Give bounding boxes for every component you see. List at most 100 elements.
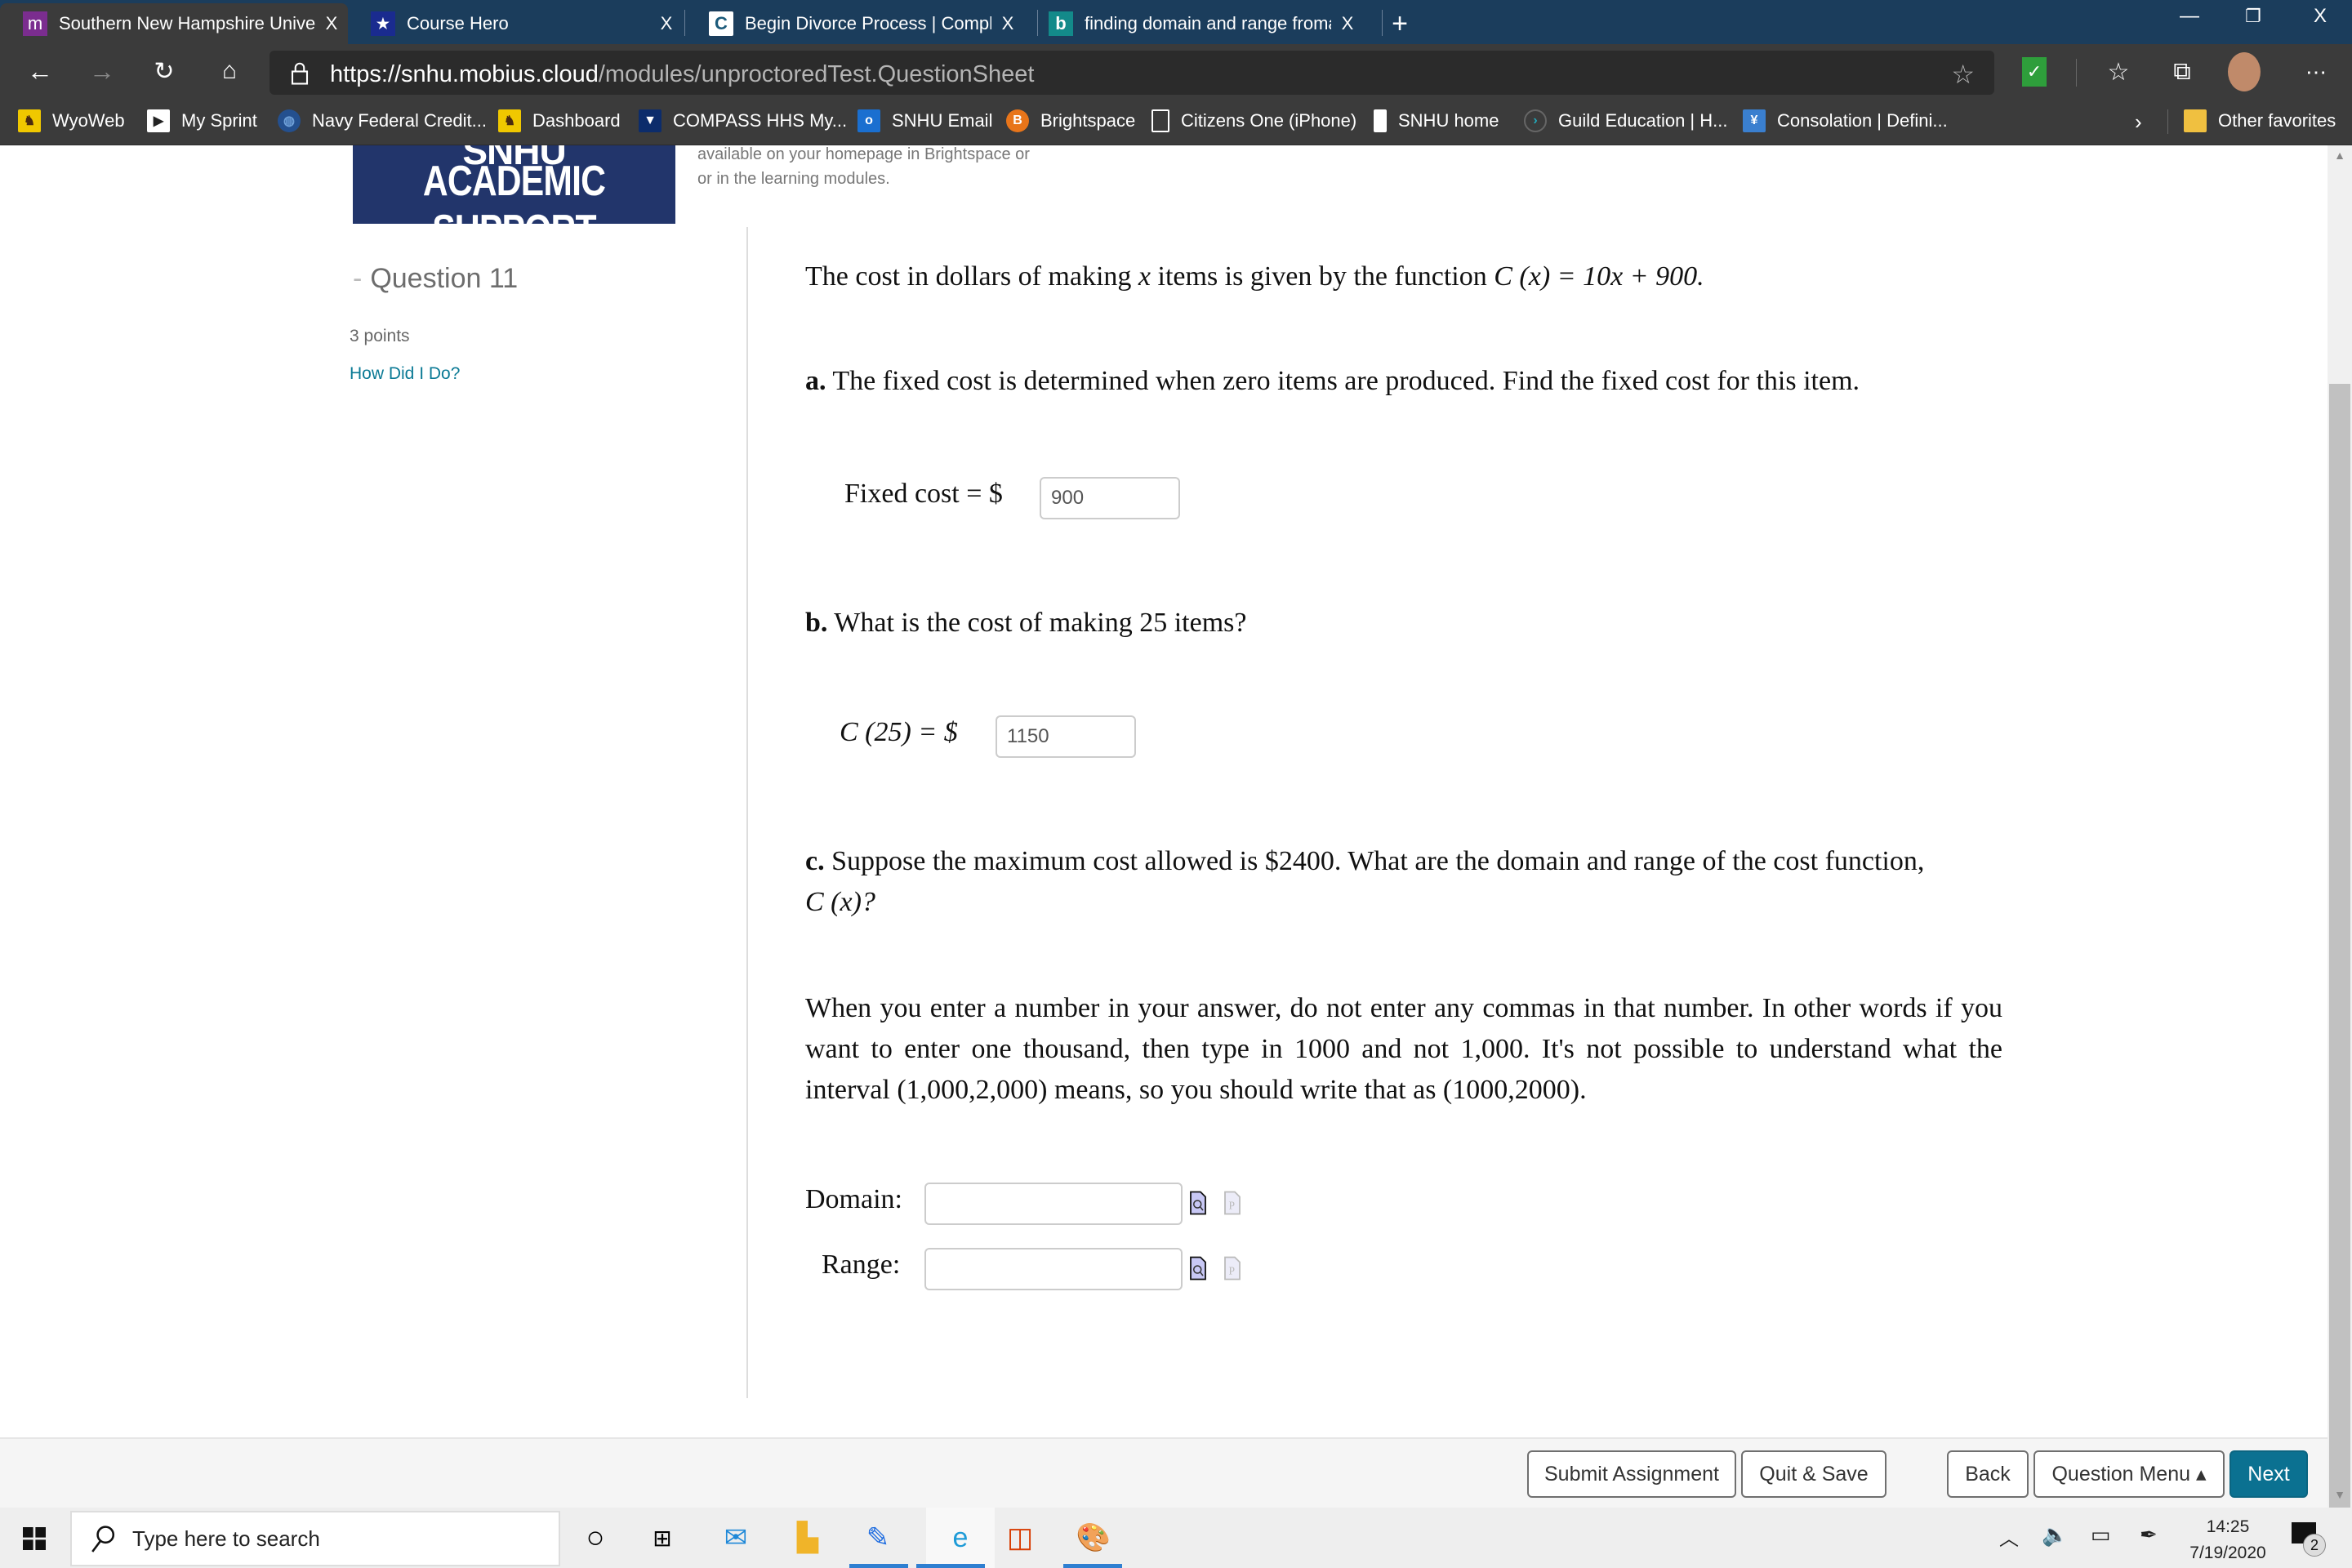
tab-separator: [684, 10, 685, 36]
part-c-prompt: c. Suppose the maximum cost allowed is $…: [805, 846, 1925, 876]
extension-check-icon[interactable]: ✓: [2022, 57, 2047, 87]
folder-icon: [2184, 109, 2207, 132]
scrollbar-thumb[interactable]: [2329, 384, 2350, 1537]
page-icon: [1152, 109, 1169, 132]
part-a-prompt: a. The fixed cost is determined when zer…: [805, 366, 1860, 396]
mobius-icon: m: [23, 11, 47, 36]
office-icon[interactable]: ◫: [998, 1516, 1042, 1560]
windows-taskbar: Type here to search ○ ⊞ ✉ ▙ ✎ e ◫ 🎨 ︿ 🔈 …: [0, 1508, 2352, 1568]
bookmark-consolation[interactable]: ¥ Consolation | Defini...: [1743, 109, 1948, 132]
scroll-up-arrow-icon[interactable]: ▲: [2328, 149, 2352, 165]
refresh-icon[interactable]: ↻: [144, 51, 185, 91]
collections-icon[interactable]: ⧉: [2164, 54, 2200, 90]
whiteboard-icon[interactable]: ✎: [856, 1516, 900, 1560]
edge-browser-icon[interactable]: e: [926, 1508, 995, 1568]
profile-avatar[interactable]: [2228, 52, 2261, 91]
volume-icon[interactable]: 🔈: [2042, 1522, 2068, 1548]
fixed-cost-input[interactable]: 900: [1040, 477, 1180, 519]
bookmark-wyoweb[interactable]: ♞ WyoWeb: [18, 109, 125, 132]
bookmark-navy-federal[interactable]: ◍ Navy Federal Credit...: [278, 109, 487, 132]
domain-input[interactable]: [924, 1183, 1183, 1225]
mail-icon[interactable]: ✉: [714, 1516, 758, 1560]
back-arrow-icon[interactable]: ←: [20, 51, 60, 91]
bookmark-other-favorites[interactable]: Other favorites: [2184, 109, 2336, 132]
bookmark-separator: [2167, 109, 2168, 134]
bookmark-my-sprint[interactable]: ▶ My Sprint: [147, 109, 257, 132]
bookmark-guild-education[interactable]: › Guild Education | H...: [1524, 109, 1728, 132]
range-input[interactable]: [924, 1248, 1183, 1290]
preview-magnifier-icon[interactable]: [1189, 1191, 1207, 1215]
tab-snhu[interactable]: m Southern New Hampshire Univer X: [0, 3, 348, 44]
bookmark-snhu-home[interactable]: SNHU home: [1374, 109, 1499, 132]
running-indicator: [1063, 1564, 1122, 1568]
svg-text:P: P: [1229, 1265, 1236, 1277]
bookmark-snhu-email[interactable]: o SNHU Email: [858, 109, 992, 132]
home-icon[interactable]: ⌂: [209, 51, 250, 91]
minimize-button[interactable]: —: [2161, 0, 2218, 33]
wyoming-icon: ♞: [18, 109, 41, 132]
cortana-icon[interactable]: ○: [573, 1516, 617, 1560]
brightspace-icon: B: [1006, 109, 1029, 132]
address-bar[interactable]: https://snhu.mobius.cloud/modules/unproc…: [270, 51, 1994, 95]
svg-text:P: P: [1229, 1200, 1236, 1212]
favorites-list-icon[interactable]: ☆: [2100, 54, 2136, 90]
forward-arrow-icon[interactable]: →: [82, 51, 122, 91]
bookmark-dashboard[interactable]: ♞ Dashboard: [498, 109, 621, 132]
tab-title: Southern New Hampshire Univer: [59, 13, 315, 33]
close-tab-icon[interactable]: X: [1331, 13, 1364, 34]
close-tab-icon[interactable]: X: [991, 13, 1024, 34]
instructions-paragraph: When you enter a number in your answer, …: [805, 993, 2002, 1105]
tab-divorce[interactable]: C Begin Divorce Process | Complet X: [686, 3, 1024, 44]
back-button[interactable]: Back: [1947, 1450, 2029, 1498]
task-view-icon[interactable]: ⊞: [640, 1516, 684, 1560]
next-button[interactable]: Next: [2230, 1450, 2308, 1498]
wyoming-icon: ♞: [498, 109, 521, 132]
new-tab-button[interactable]: +: [1383, 3, 1416, 44]
quit-save-button[interactable]: Quit & Save: [1741, 1450, 1886, 1498]
question-menu-button[interactable]: Question Menu ▴: [2034, 1450, 2225, 1498]
system-clock[interactable]: 14:25 7/19/2020: [2179, 1514, 2277, 1566]
c25-input[interactable]: 1150: [996, 715, 1136, 758]
tab-course-hero[interactable]: ★ Course Hero X: [348, 3, 683, 44]
tab-title: Course Hero: [407, 13, 509, 33]
close-tab-icon[interactable]: X: [315, 13, 348, 34]
show-hidden-icons-chevron-icon[interactable]: ︿: [1999, 1522, 2019, 1551]
paint-icon[interactable]: 🎨: [1071, 1516, 1116, 1560]
tab-bing[interactable]: b finding domain and range froma X: [1026, 3, 1364, 44]
notification-count-badge: 2: [2303, 1534, 2326, 1557]
academic-support-banner[interactable]: SNHU ACADEMIC SUPPORT: [353, 145, 675, 254]
file-explorer-icon[interactable]: ▙: [786, 1516, 830, 1560]
taskbar-search-box[interactable]: Type here to search: [70, 1511, 560, 1566]
bookmark-brightspace[interactable]: B Brightspace: [1006, 109, 1135, 132]
more-favorites-chevron-icon[interactable]: ›: [2135, 109, 2142, 135]
running-indicator: [916, 1564, 985, 1568]
course-hero-icon: ★: [371, 11, 395, 36]
scroll-down-arrow-icon[interactable]: ▼: [2328, 1488, 2352, 1504]
bookmark-compass[interactable]: ▼ COMPASS HHS My...: [639, 109, 847, 132]
banner-note: available on your homepage in Brightspac…: [697, 145, 1030, 188]
bing-icon: b: [1049, 11, 1073, 36]
page-scrollbar[interactable]: ▲ ▼: [2328, 145, 2352, 1537]
more-menu-icon[interactable]: ⋯: [2298, 54, 2334, 90]
outlook-icon: o: [858, 109, 880, 132]
restore-button[interactable]: ❐: [2225, 0, 2282, 33]
part-b-prompt: b. What is the cost of making 25 items?: [805, 608, 1247, 638]
range-label: Range:: [822, 1250, 901, 1280]
preview-plain-text-icon[interactable]: P: [1223, 1256, 1241, 1281]
running-indicator: [849, 1564, 908, 1568]
bookmark-citizens-one[interactable]: Citizens One (iPhone): [1152, 109, 1356, 132]
page-content: SNHU ACADEMIC SUPPORT available on your …: [0, 145, 2328, 1437]
domain-label: Domain:: [805, 1184, 902, 1214]
pen-workspace-icon[interactable]: ✒: [2140, 1522, 2158, 1548]
battery-warning-icon[interactable]: ▭: [2091, 1522, 2111, 1548]
search-icon: [91, 1526, 115, 1552]
preview-plain-text-icon[interactable]: P: [1223, 1191, 1241, 1215]
close-window-button[interactable]: X: [2292, 0, 2349, 33]
favorite-star-icon[interactable]: ☆: [1951, 59, 1975, 90]
windows-start-icon[interactable]: [23, 1527, 46, 1550]
close-tab-icon[interactable]: X: [650, 13, 683, 34]
how-did-i-do-link[interactable]: How Did I Do?: [350, 364, 460, 384]
preview-magnifier-icon[interactable]: [1189, 1256, 1207, 1281]
sprint-icon: ▶: [147, 109, 170, 132]
submit-assignment-button[interactable]: Submit Assignment: [1527, 1450, 1736, 1498]
